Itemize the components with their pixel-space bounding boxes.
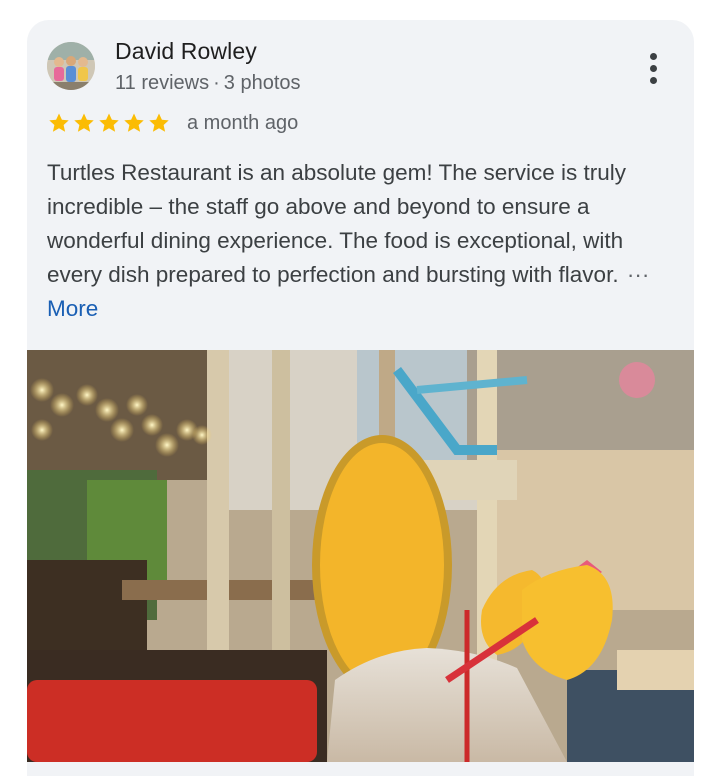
photo-caption-strip [27,762,694,776]
star-icon [149,113,169,132]
star-icon [124,113,144,132]
star-rating [47,111,171,135]
review-count: 11 reviews [115,72,210,94]
star-icon [99,113,119,132]
review-photo[interactable] [27,350,694,762]
author-avatar[interactable] [47,42,95,90]
review-time: a month ago [187,111,299,134]
rating-row: a month ago [47,110,298,136]
meta-separator: · [213,72,220,94]
review-text: Turtles Restaurant is an absolute gem! T… [47,156,675,326]
more-link[interactable]: More [47,296,98,321]
star-icon [49,113,69,132]
photo-count: 3 photos [223,72,301,94]
more-vert-icon [649,52,657,60]
star-icon [74,113,94,132]
review-body: Turtles Restaurant is an absolute gem! T… [47,160,627,287]
more-options-button[interactable] [635,48,671,88]
author-name[interactable]: David Rowley [115,38,257,65]
author-meta: 11 reviews · 3 photos [115,72,301,95]
ellipsis: ··· [626,262,650,287]
review-card: David Rowley 11 reviews · 3 photos a month… [27,20,694,776]
